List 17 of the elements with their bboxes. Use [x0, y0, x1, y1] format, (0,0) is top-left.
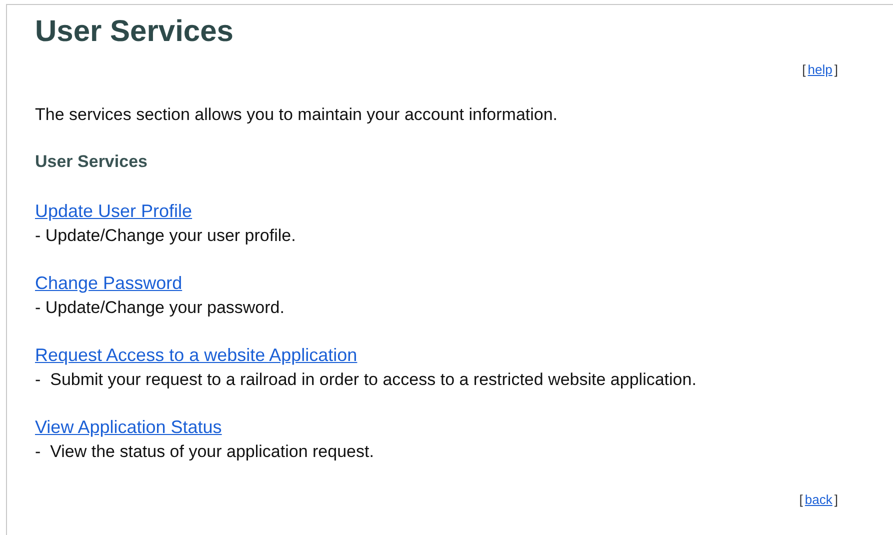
bracket: ]: [834, 492, 838, 507]
bracket: [: [802, 62, 806, 77]
service-link[interactable]: View Application Status: [35, 417, 222, 437]
page-title: User Services: [35, 14, 234, 50]
service-link[interactable]: Change Password: [35, 273, 182, 293]
back-link[interactable]: back: [804, 492, 832, 507]
bracket: [: [799, 492, 803, 507]
help-link[interactable]: help: [808, 62, 832, 77]
service-description: - Update/Change your password.: [35, 297, 286, 319]
section-heading: User Services: [35, 152, 148, 172]
service-link[interactable]: Update User Profile: [35, 201, 192, 221]
service-description: - Submit your request to a railroad in order to access to a restricted website application.: [35, 369, 698, 391]
service-description: - Update/Change your user profile.: [35, 225, 297, 247]
intro-text: The services section allows you to maintain your account information.: [35, 105, 559, 125]
service-link[interactable]: Request Access to a website Application: [35, 345, 358, 365]
service-description: - View the status of your application request.: [35, 441, 375, 463]
bracket: ]: [834, 62, 838, 77]
